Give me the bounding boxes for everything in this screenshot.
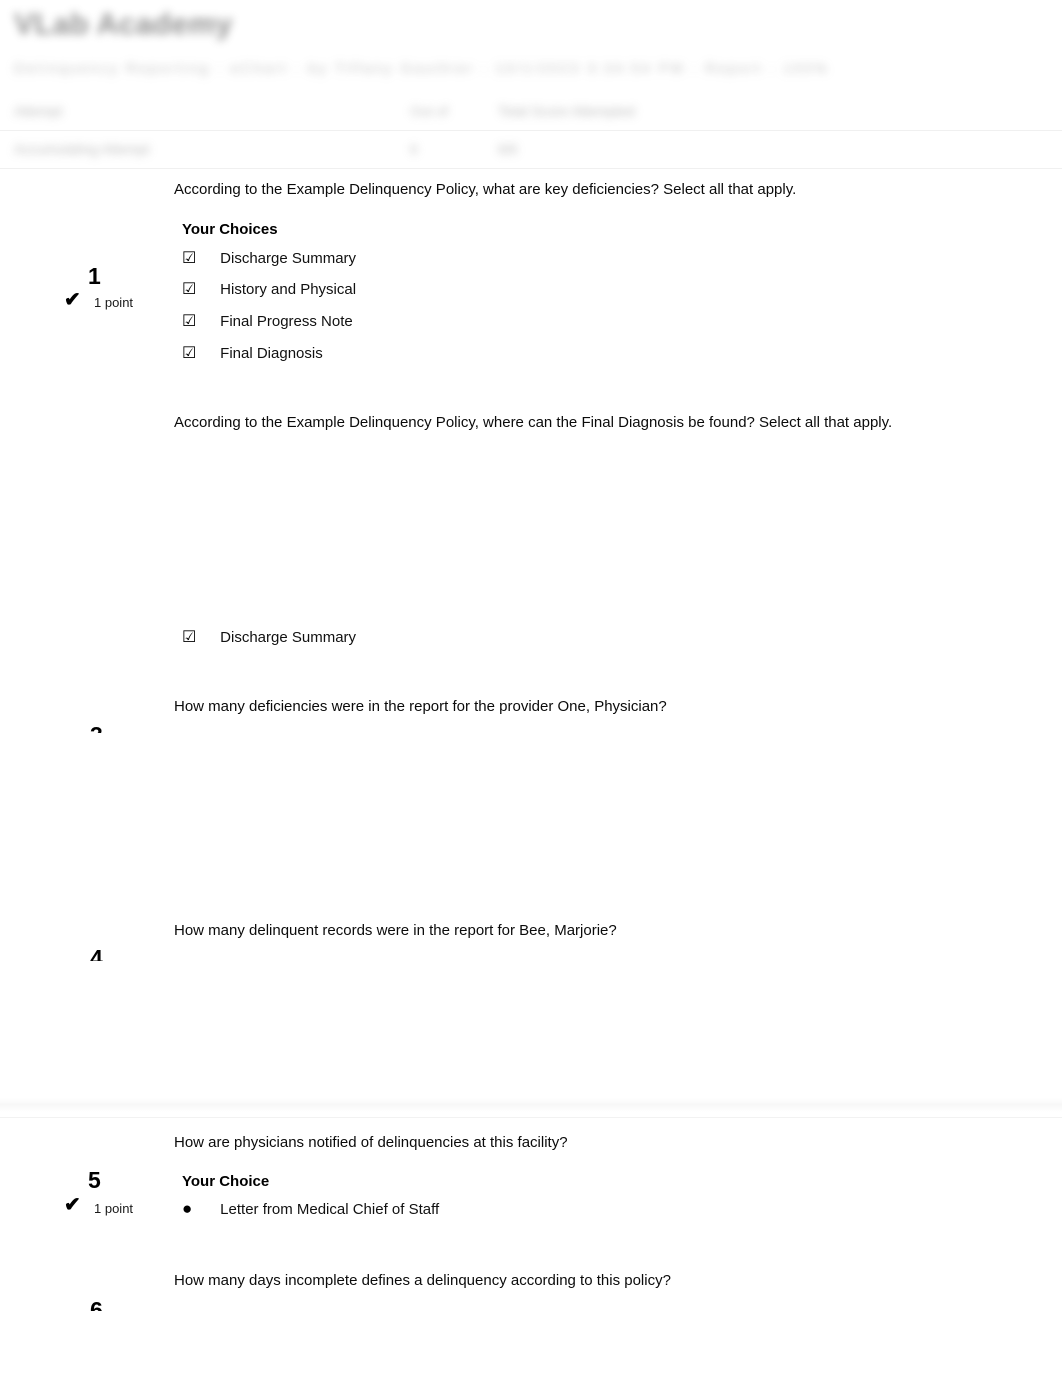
choice-item[interactable]: ☑ History and Physical xyxy=(182,279,356,299)
divider-line xyxy=(0,1117,1062,1118)
header-summary-table: Attempt Out of Total Score Attempted Acc… xyxy=(0,93,1062,169)
table-row: Attempt Out of Total Score Attempted xyxy=(0,93,1062,131)
section-divider xyxy=(0,1098,1062,1112)
checked-checkbox-icon[interactable]: ☑ xyxy=(182,248,216,268)
choices-heading: Your Choices xyxy=(182,221,278,238)
checked-checkbox-icon[interactable]: ☑ xyxy=(182,311,216,331)
choice-item[interactable]: ● Letter from Medical Chief of Staff xyxy=(182,1199,439,1219)
choice-label: History and Physical xyxy=(220,281,357,298)
table-row: Accumulating Attempt 6 6/6 xyxy=(0,131,1062,169)
row-middle-value: Out of xyxy=(410,103,449,119)
row-value: Total Score Attempted xyxy=(498,103,635,119)
choice-item[interactable]: ☑ Final Diagnosis xyxy=(182,343,323,363)
choice-label: Final Diagnosis xyxy=(220,345,323,362)
question-number: 4 xyxy=(90,947,103,961)
site-title: VLab Academy xyxy=(14,8,233,41)
selected-radio-icon[interactable]: ● xyxy=(182,1199,216,1219)
question-text: According to the Example Delinquency Pol… xyxy=(174,414,893,431)
choice-label: Discharge Summary xyxy=(220,250,357,267)
choice-label: Final Progress Note xyxy=(220,313,353,330)
row-label: Attempt xyxy=(14,103,63,119)
checkmark-icon: ✔ xyxy=(64,289,81,311)
checked-checkbox-icon[interactable]: ☑ xyxy=(182,627,216,647)
choice-item[interactable]: ☑ Discharge Summary xyxy=(182,248,356,268)
choice-label: Discharge Summary xyxy=(220,629,357,646)
question-text: How are physicians notified of delinquen… xyxy=(174,1134,568,1151)
breadcrumb: Delinquency Reporting - eChart - by Tiff… xyxy=(14,60,830,76)
question-number: 1 xyxy=(88,263,101,289)
question-text: How many days incomplete defines a delin… xyxy=(174,1272,671,1289)
checkmark-icon: ✔ xyxy=(64,1194,81,1216)
choice-label: Letter from Medical Chief of Staff xyxy=(220,1201,440,1218)
choice-item[interactable]: ☑ Final Progress Note xyxy=(182,311,353,331)
question-number: 5 xyxy=(88,1167,101,1193)
question-number: 6 xyxy=(90,1299,103,1311)
question-points: 1 point xyxy=(94,295,134,310)
question-text: How many deficiencies were in the report… xyxy=(174,698,667,715)
page-header: VLab Academy Delinquency Reporting - eCh… xyxy=(0,0,1062,172)
row-middle-value: 6 xyxy=(410,141,418,157)
question-number: 3 xyxy=(90,724,103,733)
question-text: How many delinquent records were in the … xyxy=(174,922,617,939)
row-value: 6/6 xyxy=(498,141,518,157)
checked-checkbox-icon[interactable]: ☑ xyxy=(182,343,216,363)
choices-heading: Your Choice xyxy=(182,1173,270,1190)
question-points: 1 point xyxy=(94,1201,134,1216)
choice-item[interactable]: ☑ Discharge Summary xyxy=(182,627,356,647)
question-text: According to the Example Delinquency Pol… xyxy=(174,181,797,198)
checked-checkbox-icon[interactable]: ☑ xyxy=(182,279,216,299)
row-label: Accumulating Attempt xyxy=(14,141,150,157)
